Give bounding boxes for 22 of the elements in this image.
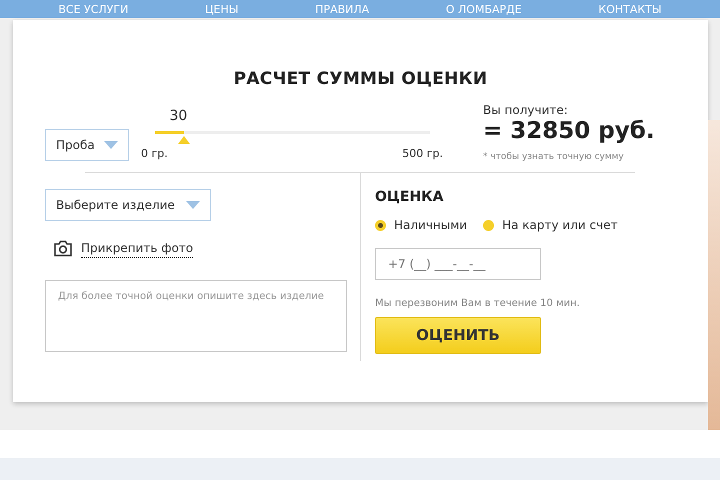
select-value: Проба — [56, 137, 95, 154]
probe-select[interactable]: Проба — [45, 129, 129, 162]
description-field[interactable]: Для более точной оценки опишите здесь изделие — [45, 280, 347, 352]
radio-option[interactable]: Наличными — [375, 216, 468, 234]
phone-field[interactable]: +7 (__) ___-__-__ — [375, 248, 541, 280]
result-note: * чтобы узнать точную сумму — [483, 150, 625, 164]
callback-note: Мы перезвоним Вам в течение 10 мин. — [375, 297, 581, 312]
camera-icon — [53, 240, 73, 258]
radio-option[interactable]: На карту или счет — [483, 216, 618, 234]
select-value: Выберите изделие — [56, 197, 175, 214]
result-amount: = 32850 руб. — [483, 119, 655, 145]
slider-reading: 30 — [170, 107, 188, 126]
caret-icon — [104, 141, 118, 150]
calculator-title: РАСЧЕТ СУММЫ ОЦЕНКИ — [232, 68, 488, 90]
max-label: 500 гр. — [402, 146, 443, 162]
attach-photo-link[interactable]: Прикрепить фото — [81, 239, 194, 258]
item-select[interactable]: Выберите изделие — [45, 189, 211, 222]
caret-icon — [186, 201, 200, 210]
min-label: 0 гр. — [141, 146, 168, 162]
submit-button[interactable]: ОЦЕНИТЬ — [375, 317, 541, 354]
result-caption: Вы получите: — [483, 102, 569, 120]
evaluation-heading: ОЦЕНКА — [375, 188, 444, 208]
